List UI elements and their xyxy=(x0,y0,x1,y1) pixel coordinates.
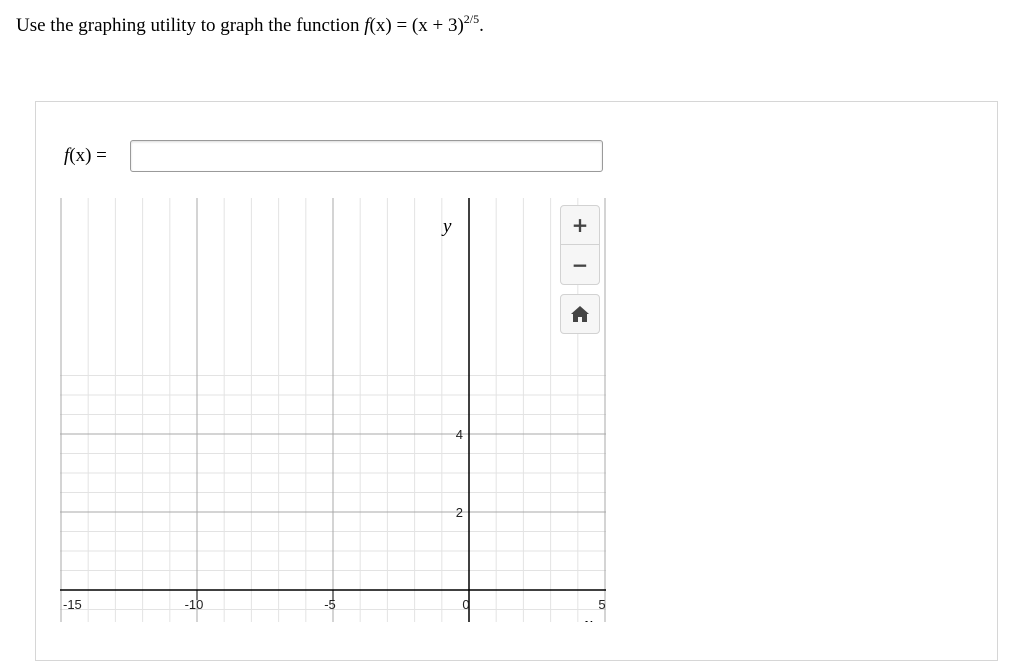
x-axis-label: x xyxy=(583,614,593,622)
x-tick-label: 5 xyxy=(598,597,605,612)
zoom-in-button[interactable]: + xyxy=(561,206,599,245)
question-exponent: 2/5 xyxy=(463,12,480,26)
question-suffix: . xyxy=(479,15,484,36)
graph-svg[interactable]: -15 -10 -5 0 5 4 2 y x xyxy=(60,198,606,622)
zoom-controls: + − xyxy=(560,205,600,285)
question-expression: (x + 3) xyxy=(411,15,464,36)
y-axis-label: y xyxy=(441,216,452,237)
zoom-out-button[interactable]: − xyxy=(561,245,599,284)
question-func-arg: (x) xyxy=(369,15,392,36)
function-input-label: f(x) = xyxy=(64,145,107,167)
x-tick-label: -15 xyxy=(63,597,82,612)
function-input[interactable] xyxy=(130,140,603,172)
x-tick-label: 0 xyxy=(462,597,469,612)
x-tick-label: -5 xyxy=(324,597,336,612)
y-tick-label: 2 xyxy=(456,505,463,520)
graph-canvas[interactable]: -15 -10 -5 0 5 4 2 y x xyxy=(60,198,606,622)
home-icon xyxy=(571,306,589,322)
y-tick-label: 4 xyxy=(456,427,463,442)
question-text: Use the graphing utility to graph the fu… xyxy=(16,12,484,37)
home-button[interactable] xyxy=(560,294,600,334)
question-prefix: Use the graphing utility to graph the fu… xyxy=(16,15,365,36)
tick-labels: -15 -10 -5 0 5 4 2 y x xyxy=(63,216,606,622)
major-grid xyxy=(60,198,606,622)
x-tick-label: -10 xyxy=(185,597,204,612)
function-label-rest: (x) = xyxy=(69,145,107,166)
question-equals: = xyxy=(391,15,412,36)
